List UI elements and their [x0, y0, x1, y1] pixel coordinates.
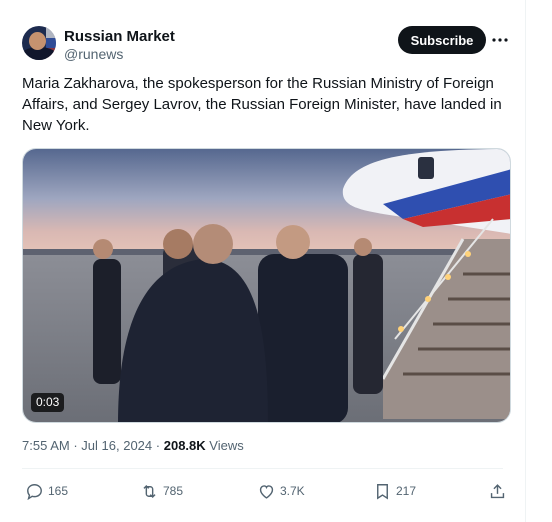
action-bar: 165 785 3.7K 217	[22, 478, 505, 504]
post-time[interactable]: 7:55 AM	[22, 438, 70, 453]
reply-icon	[27, 483, 42, 500]
author-name[interactable]: Russian Market	[64, 28, 175, 45]
tweet-card: Russian Market @runews Subscribe Maria Z…	[0, 0, 526, 522]
bookmark-count: 217	[396, 484, 417, 498]
tweet-text: Maria Zakharova, the spokesperson for th…	[22, 75, 502, 134]
share-icon	[490, 483, 505, 498]
like-button[interactable]: 3.7K	[257, 478, 305, 504]
meta-separator: ·	[73, 438, 78, 453]
subscribe-button[interactable]: Subscribe	[398, 26, 486, 54]
meta-separator-2: ·	[155, 438, 161, 453]
reply-button[interactable]: 165	[25, 478, 68, 504]
author-handle[interactable]: @runews	[64, 46, 123, 62]
repost-button[interactable]: 785	[140, 478, 183, 504]
tweet-header: Russian Market @runews Subscribe	[22, 26, 508, 66]
more-icon[interactable]	[490, 30, 510, 50]
tweet-meta: 7:55 AM · Jul 16, 2024 · 208.8K Views	[22, 438, 244, 453]
avatar-head	[29, 32, 46, 50]
view-count: 208.8K	[163, 438, 206, 453]
repost-count: 785	[163, 484, 184, 498]
bookmark-button[interactable]: 217	[373, 478, 416, 504]
reply-count: 165	[48, 484, 69, 498]
share-button[interactable]	[488, 478, 507, 504]
video-player[interactable]: 0:03	[22, 148, 511, 423]
avatar[interactable]	[22, 26, 56, 60]
post-date[interactable]: Jul 16, 2024	[81, 438, 152, 453]
divider	[22, 468, 503, 469]
video-duration: 0:03	[31, 393, 65, 412]
like-icon	[259, 484, 274, 499]
views-label: Views	[209, 438, 244, 453]
like-count: 3.7K	[280, 484, 305, 498]
repost-icon	[143, 484, 156, 498]
video-frame	[23, 149, 510, 422]
bookmark-icon	[377, 483, 388, 500]
